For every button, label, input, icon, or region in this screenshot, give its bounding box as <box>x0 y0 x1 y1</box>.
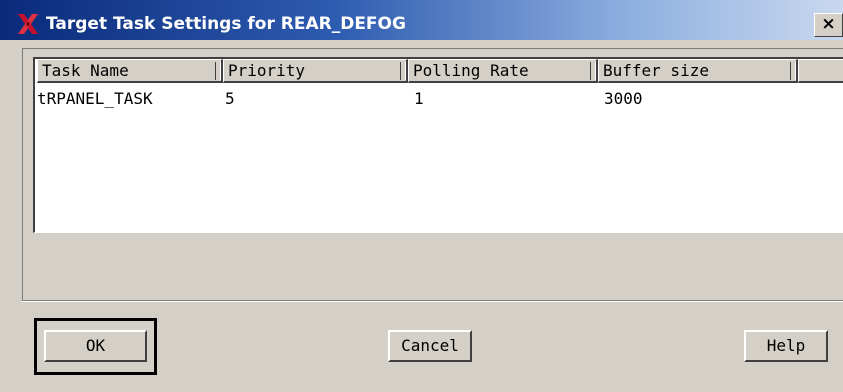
column-resize-handle[interactable] <box>400 62 406 80</box>
column-header-priority[interactable]: Priority <box>223 59 408 83</box>
column-header-buffer-size[interactable]: Buffer size <box>598 59 798 83</box>
window-title: Target Task Settings for REAR_DEFOG <box>46 14 406 34</box>
ok-button[interactable]: OK <box>44 330 147 362</box>
help-button[interactable]: Help <box>744 330 828 362</box>
cell-priority: 5 <box>225 89 235 108</box>
dialog-window: Target Task Settings for REAR_DEFOG × Ta… <box>0 0 843 392</box>
task-table[interactable]: Task Name Priority Polling Rate Buffer s… <box>33 57 843 233</box>
column-header-label: Buffer size <box>603 61 709 80</box>
column-header-task-name[interactable]: Task Name <box>37 59 223 83</box>
column-resize-handle[interactable] <box>790 62 796 80</box>
close-icon[interactable]: × <box>814 13 843 37</box>
cancel-button[interactable]: Cancel <box>388 330 472 362</box>
cell-polling-rate: 1 <box>414 89 424 108</box>
column-header-polling-rate[interactable]: Polling Rate <box>408 59 598 83</box>
title-bar[interactable]: Target Task Settings for REAR_DEFOG × <box>0 0 843 40</box>
cell-task-name: tRPANEL_TASK <box>37 89 153 108</box>
column-header-filler <box>798 59 843 83</box>
x-window-icon[interactable] <box>16 12 40 36</box>
button-area-divider <box>22 300 843 302</box>
column-header-label: Priority <box>228 61 306 80</box>
column-header-label: Task Name <box>42 61 129 80</box>
column-resize-handle[interactable] <box>590 62 596 80</box>
cell-buffer-size: 3000 <box>604 89 643 108</box>
column-header-label: Polling Rate <box>413 61 529 80</box>
column-resize-handle[interactable] <box>215 62 221 80</box>
